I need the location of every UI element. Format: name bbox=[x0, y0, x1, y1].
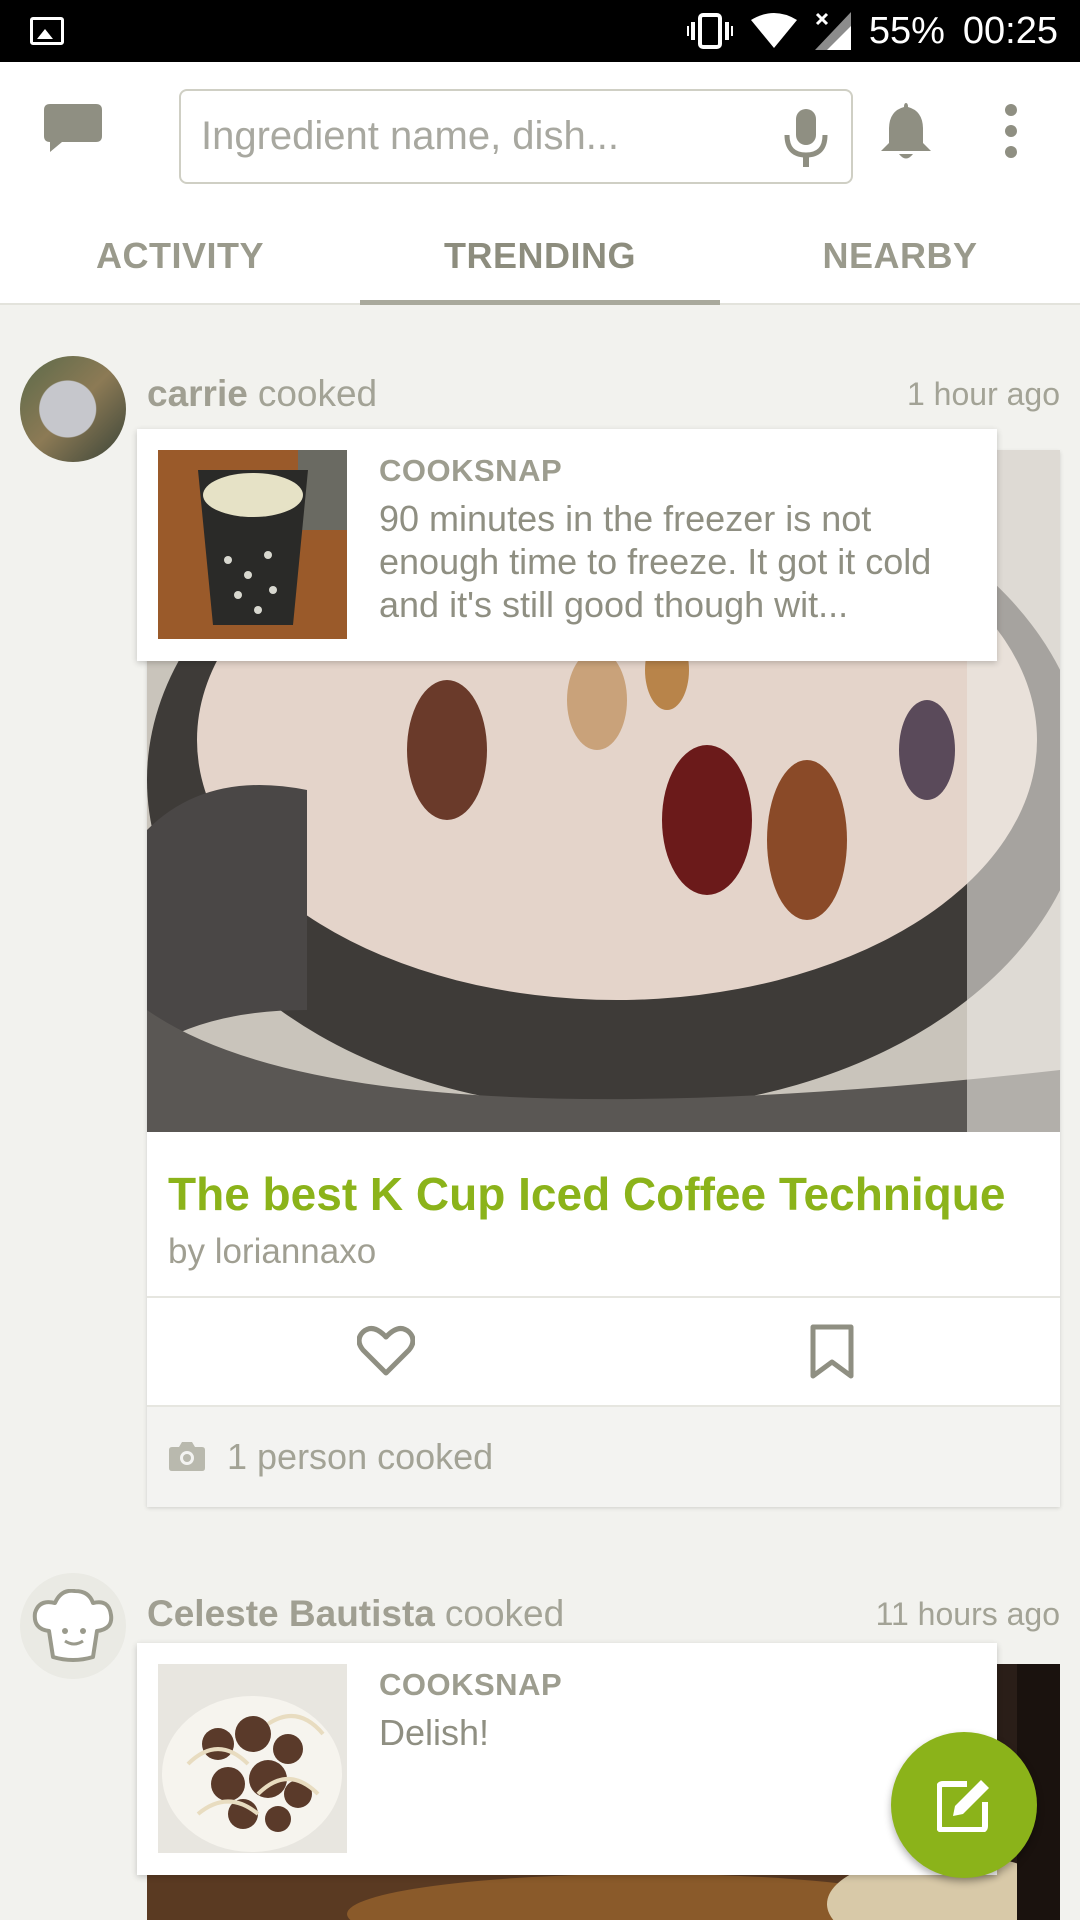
user-name[interactable]: carrie bbox=[147, 373, 248, 415]
status-icons: 55% 00:25 bbox=[686, 0, 1058, 62]
user-name[interactable]: Celeste Bautista bbox=[147, 1593, 435, 1635]
avatar[interactable] bbox=[20, 1573, 126, 1679]
cooked-count: 1 person cooked bbox=[227, 1436, 494, 1477]
tab-bar: ACTIVITY TRENDING NEARBY bbox=[0, 207, 1080, 305]
more-vert-icon[interactable] bbox=[995, 104, 1027, 158]
cooksnap-text: Delish! bbox=[379, 1712, 490, 1753]
cooksnap-label: COOKSNAP bbox=[379, 1667, 563, 1702]
tab-activity[interactable]: ACTIVITY bbox=[0, 207, 360, 305]
chat-icon[interactable] bbox=[44, 104, 102, 152]
image-icon bbox=[30, 17, 64, 45]
edit-icon bbox=[937, 1780, 989, 1832]
chef-hat-icon bbox=[32, 1589, 114, 1662]
mic-icon[interactable] bbox=[783, 109, 829, 167]
wifi-icon bbox=[750, 13, 797, 48]
bookmark-icon[interactable] bbox=[809, 1324, 855, 1380]
vibrate-icon bbox=[686, 13, 733, 49]
recipe-title[interactable]: The best K Cup Iced Coffee Technique bbox=[168, 1167, 1005, 1221]
clock-text: 00:25 bbox=[962, 9, 1058, 52]
cooksnap-card[interactable]: COOKSNAP Delish! bbox=[137, 1643, 997, 1875]
tab-indicator bbox=[360, 300, 720, 305]
tab-trending[interactable]: TRENDING bbox=[360, 207, 720, 305]
action-text: cooked bbox=[444, 1593, 565, 1634]
status-bar: 55% 00:25 bbox=[0, 0, 1080, 62]
cooksnap-photo[interactable] bbox=[158, 1664, 347, 1853]
heart-icon[interactable] bbox=[357, 1325, 415, 1377]
cooksnap-card[interactable]: COOKSNAP 90 minutes in the freezer is no… bbox=[137, 429, 997, 661]
search-box[interactable] bbox=[179, 89, 853, 184]
recipe-author[interactable]: by loriannaxo bbox=[168, 1232, 376, 1272]
feed-header: carrie cooked 1 hour ago bbox=[147, 364, 1060, 424]
feed-header: Celeste Bautista cooked 11 hours ago bbox=[147, 1584, 1060, 1644]
tab-nearby[interactable]: NEARBY bbox=[720, 207, 1080, 305]
search-input[interactable] bbox=[201, 91, 761, 182]
cooksnap-label: COOKSNAP bbox=[379, 453, 563, 488]
app-bar bbox=[0, 62, 1080, 207]
card-divider bbox=[147, 1296, 1060, 1298]
action-text: cooked bbox=[257, 373, 378, 414]
cooked-row[interactable]: 1 person cooked bbox=[147, 1407, 1060, 1507]
battery-text: 55% bbox=[868, 9, 945, 52]
avatar[interactable] bbox=[20, 356, 126, 462]
camera-icon bbox=[169, 1442, 205, 1471]
signal-icon bbox=[814, 12, 851, 50]
timestamp: 11 hours ago bbox=[875, 1595, 1060, 1632]
cooksnap-photo[interactable] bbox=[158, 450, 347, 639]
compose-button[interactable] bbox=[891, 1732, 1037, 1878]
timestamp: 1 hour ago bbox=[906, 375, 1060, 412]
cooksnap-text: 90 minutes in the freezer is not enough … bbox=[379, 498, 932, 625]
bell-icon[interactable] bbox=[877, 101, 935, 161]
